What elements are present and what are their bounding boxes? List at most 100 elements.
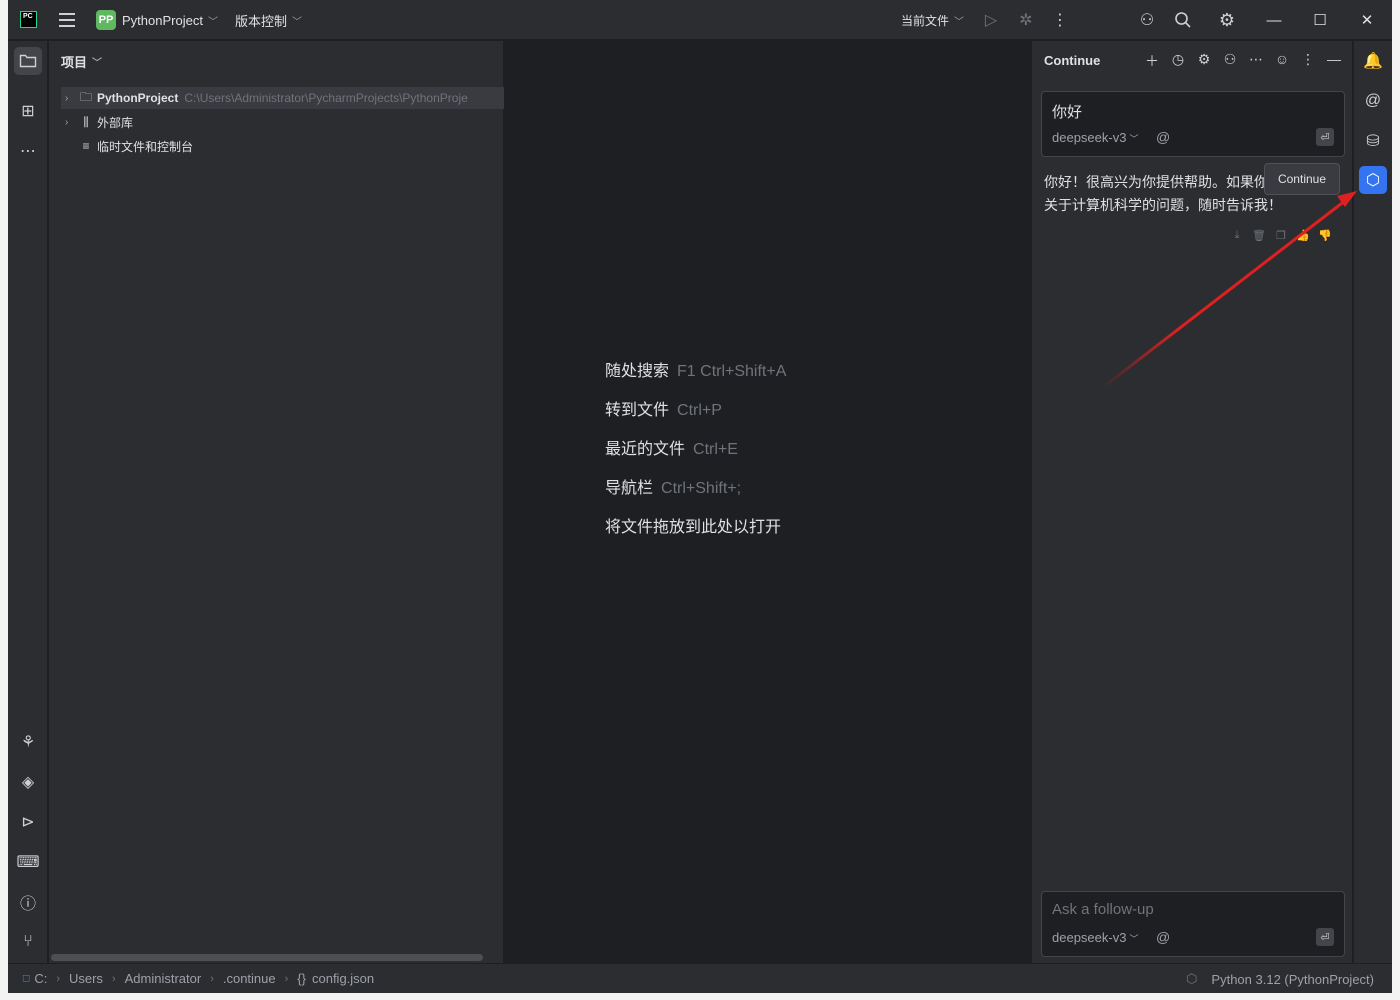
hint-shortcut: Ctrl+Shift+; xyxy=(661,480,742,497)
notifications-icon: 🔔 xyxy=(1363,53,1383,70)
settings-icon[interactable]: ⚙ xyxy=(1193,51,1215,71)
pycharm-logo-icon[interactable]: PC xyxy=(20,11,37,28)
breadcrumb-item[interactable]: Users xyxy=(69,971,103,986)
minimize-button[interactable]: — xyxy=(1251,0,1297,40)
more-vertical-icon: ⋮ xyxy=(1052,12,1068,29)
notifications-button[interactable]: 🔔 xyxy=(1359,47,1387,75)
history-icon[interactable]: ◷ xyxy=(1167,51,1189,71)
ai-assistant-button[interactable]: @ xyxy=(1359,87,1387,115)
run-button[interactable]: ▷ xyxy=(978,0,1004,40)
breadcrumb-item[interactable]: C: xyxy=(34,971,47,986)
hint-recent-files: 最近的文件 Ctrl+E xyxy=(605,435,738,459)
breadcrumb-item[interactable]: Administrator xyxy=(125,971,202,986)
project-tool-button[interactable] xyxy=(14,47,42,75)
continue-panel-title: Continue xyxy=(1044,53,1101,68)
enter-icon[interactable]: ⏎ xyxy=(1316,128,1334,146)
apply-icon[interactable]: ⤓ xyxy=(1230,229,1244,242)
problems-icon: ⓘ xyxy=(19,896,36,913)
thumbs-down-icon[interactable]: 👎 xyxy=(1318,229,1332,242)
model-selector[interactable]: deepseek-v3 ﹀ xyxy=(1052,930,1138,945)
status-bar: ◻ C: › Users › Administrator › .continue… xyxy=(8,963,1392,993)
ai-assistant-icon: @ xyxy=(1364,92,1382,109)
vcs-selector[interactable]: 版本控制 ﹀ xyxy=(235,0,302,40)
enter-icon[interactable]: ⏎ xyxy=(1316,928,1334,946)
project-name: PythonProject xyxy=(122,12,203,28)
left-tool-stripe: ⊞ ⋯ ⚘ ◈ ⊳ ⌨ ⓘ ⑂ xyxy=(8,41,48,963)
chevron-right-icon[interactable]: › xyxy=(65,117,79,128)
tree-item-pythonproject[interactable]: › 🗀 PythonProject C:\Users\Administrator… xyxy=(61,87,504,109)
tree-item-label: PythonProject xyxy=(97,91,179,105)
maximize-button[interactable]: ☐ xyxy=(1297,0,1343,40)
maximize-icon: ☐ xyxy=(1313,12,1327,29)
git-button[interactable]: ⑂ xyxy=(14,928,42,956)
continue-panel-header: Continue ＋ ◷ ⚙ ⚇ ⋯ ☺ ⋮ — xyxy=(1032,41,1353,81)
terminal-button[interactable]: ⌨ xyxy=(14,848,42,876)
menu-icon[interactable] xyxy=(58,0,76,40)
chevron-down-icon: ﹀ xyxy=(207,16,218,28)
reply-actions: ⤓ 🗑 ❐ 👍 👎 xyxy=(1230,229,1332,242)
settings-icon: ⚙ xyxy=(1218,9,1236,30)
minimize-icon[interactable]: — xyxy=(1323,51,1345,71)
breadcrumb-item[interactable]: .continue xyxy=(223,971,276,986)
continue-tooltip: Continue xyxy=(1264,163,1340,195)
plus-icon[interactable]: ＋ xyxy=(1141,51,1163,71)
project-selector[interactable]: PP PythonProject ﹀ xyxy=(96,0,218,40)
delete-icon[interactable]: 🗑 xyxy=(1252,229,1266,242)
vcs-label: 版本控制 xyxy=(235,13,288,29)
desktop-background xyxy=(1392,0,1400,1000)
search-button[interactable] xyxy=(1174,0,1192,40)
continue-status-icon[interactable]: ⬡ xyxy=(1186,971,1197,987)
add-user-icon: ⚇ xyxy=(1139,12,1155,29)
run-config-selector[interactable]: 当前文件 ﹀ xyxy=(901,0,964,40)
code-with-me-button[interactable]: ⚇ xyxy=(1134,0,1160,40)
git-icon: ⑂ xyxy=(23,933,33,950)
more-tools-button[interactable]: ⋯ xyxy=(14,137,42,165)
more-horizontal-icon[interactable]: ⋯ xyxy=(1245,51,1267,71)
tree-item-external-libraries[interactable]: › ⫼ 外部库 xyxy=(61,111,133,133)
run-config-label: 当前文件 xyxy=(901,13,950,28)
followup-input-box[interactable]: Ask a follow-up deepseek-v3 ﹀ @ ⏎ xyxy=(1041,891,1345,957)
project-panel-title[interactable]: 项目 ﹀ xyxy=(61,41,102,81)
thumbs-up-icon[interactable]: 👍 xyxy=(1296,229,1310,242)
chevron-down-icon: ﹀ xyxy=(954,16,965,28)
hint-label: 随处搜索 xyxy=(605,363,670,380)
ide-window: PC PP PythonProject ﹀ 版本控制 ﹀ 当前文件 ﹀ ▷ ✲ … xyxy=(8,0,1392,993)
user-message-box[interactable]: 你好 deepseek-v3 ﹀ @ ⏎ xyxy=(1041,91,1345,157)
close-button[interactable]: ✕ xyxy=(1344,0,1390,40)
title-bar: PC PP PythonProject ﹀ 版本控制 ﹀ 当前文件 ﹀ ▷ ✲ … xyxy=(8,0,1392,40)
breadcrumb-item[interactable]: config.json xyxy=(312,971,374,986)
python-packages-button[interactable]: ◈ xyxy=(14,768,42,796)
python-console-button[interactable]: ⚘ xyxy=(14,728,42,756)
model-name: deepseek-v3 xyxy=(1052,930,1127,945)
chevron-down-icon: ﹀ xyxy=(1129,934,1139,944)
hint-shortcut: Ctrl+P xyxy=(677,402,722,419)
at-mention-button[interactable]: @ xyxy=(1156,129,1170,145)
chevron-right-icon: › xyxy=(284,972,289,985)
model-selector[interactable]: deepseek-v3 ﹀ xyxy=(1052,130,1138,145)
continue-tool-button[interactable]: ⬡ xyxy=(1359,166,1387,194)
more-actions-button[interactable]: ⋮ xyxy=(1047,0,1073,40)
at-mention-button[interactable]: @ xyxy=(1156,929,1170,945)
settings-button[interactable]: ⚙ xyxy=(1214,0,1240,40)
horizontal-scrollbar[interactable] xyxy=(51,954,483,961)
account-icon[interactable]: ⚇ xyxy=(1219,51,1241,71)
breadcrumb: ◻ C: › Users › Administrator › .continue… xyxy=(22,971,374,986)
model-name: deepseek-v3 xyxy=(1052,130,1127,145)
services-button[interactable]: ⊳ xyxy=(14,808,42,836)
structure-tool-button[interactable]: ⊞ xyxy=(14,97,42,125)
chevron-right-icon[interactable]: › xyxy=(65,93,79,104)
more-vertical-icon[interactable]: ⋮ xyxy=(1297,51,1319,71)
problems-button[interactable]: ⓘ xyxy=(14,888,42,916)
debug-button[interactable]: ✲ xyxy=(1013,0,1039,40)
tree-item-scratches[interactable]: ≡ 临时文件和控制台 xyxy=(61,135,193,157)
chevron-right-icon: › xyxy=(210,972,214,985)
copy-icon[interactable]: ❐ xyxy=(1274,229,1288,242)
project-panel: 项目 ﹀ › 🗀 PythonProject C:\Users\Administ… xyxy=(49,41,504,963)
continue-icon: ⬡ xyxy=(1366,172,1380,189)
project-badge: PP xyxy=(96,10,116,30)
interpreter-selector[interactable]: ⬡ Python 3.12 (PythonProject) xyxy=(1186,964,1374,993)
help-icon[interactable]: ☺ xyxy=(1271,51,1293,71)
database-icon: ⛁ xyxy=(1366,133,1380,150)
database-button[interactable]: ⛁ xyxy=(1359,127,1387,155)
followup-input[interactable]: Ask a follow-up xyxy=(1052,901,1154,918)
